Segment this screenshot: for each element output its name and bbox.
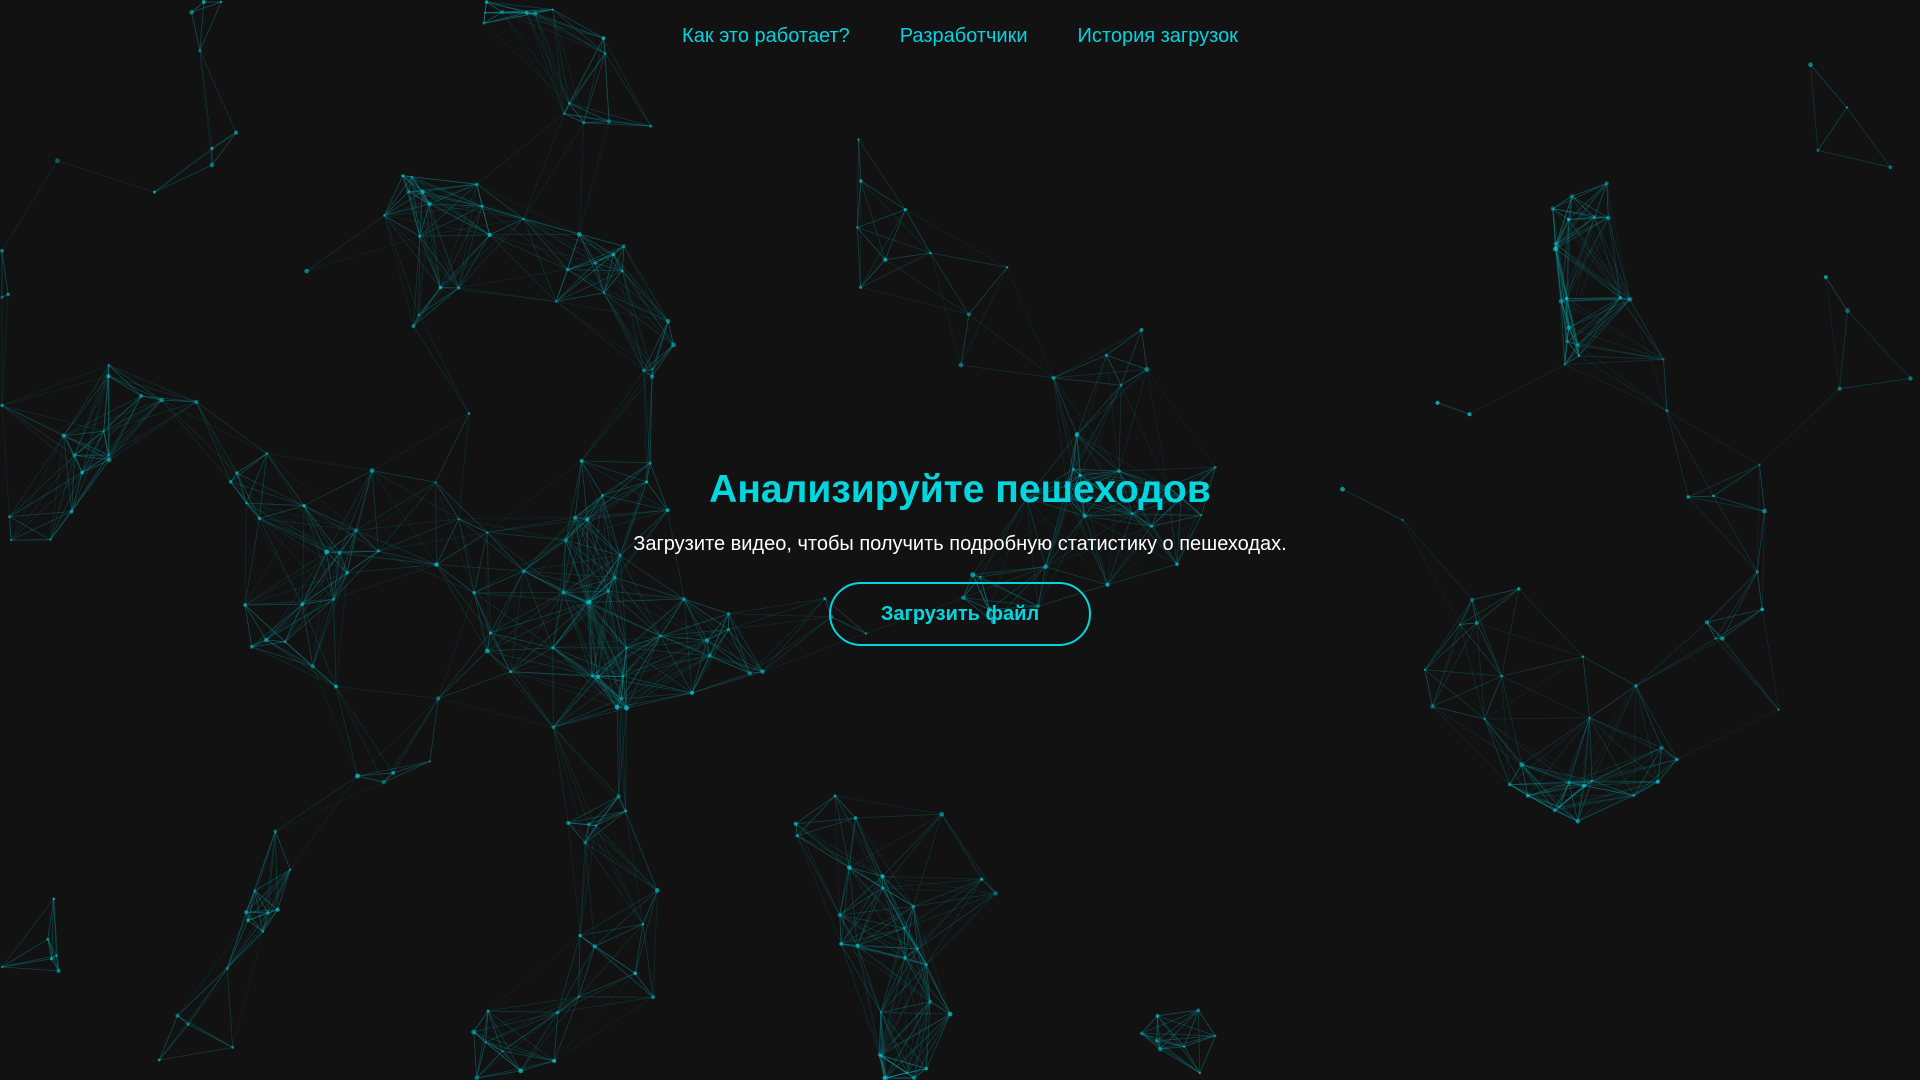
hero-subtitle: Загрузите видео, чтобы получить подробну…	[633, 533, 1287, 555]
nav-link-developers[interactable]: Разработчики	[900, 25, 1028, 48]
top-nav: Как это работает? Разработчики История з…	[0, 0, 1920, 72]
hero-title: Анализируйте пешеходов	[709, 468, 1211, 511]
nav-link-upload-history[interactable]: История загрузок	[1078, 25, 1238, 48]
nav-link-how-it-works[interactable]: Как это работает?	[682, 25, 850, 48]
hero-section: Анализируйте пешеходов Загрузите видео, …	[0, 462, 1920, 646]
page: Как это работает? Разработчики История з…	[0, 0, 1920, 1080]
upload-file-button[interactable]: Загрузить файл	[829, 582, 1091, 646]
